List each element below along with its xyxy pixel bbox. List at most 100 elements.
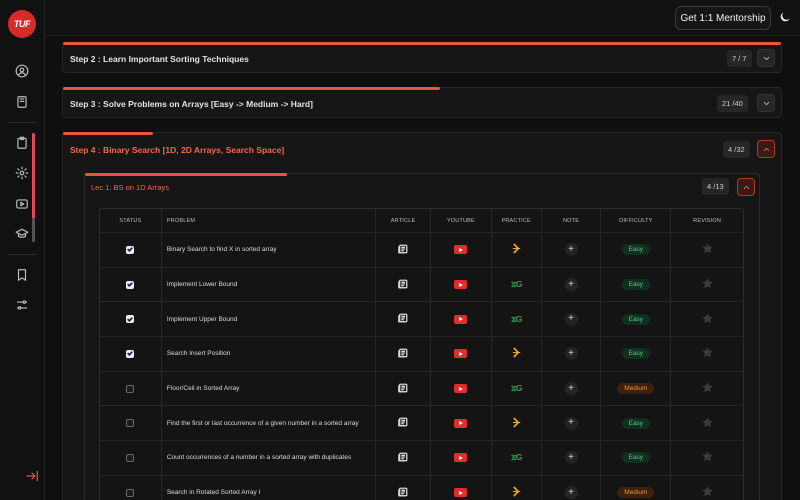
youtube-cell (431, 371, 492, 406)
gfg-icon[interactable]: ⧖G (511, 452, 523, 463)
star-icon[interactable] (701, 486, 713, 499)
codingninjas-icon[interactable] (512, 417, 521, 430)
step-progress-bar (63, 42, 781, 45)
bookmark-icon[interactable] (13, 266, 31, 284)
lecture-count: 4 /13 (702, 178, 729, 195)
tuf-logo[interactable]: TUF (8, 10, 36, 38)
clipboard-icon[interactable] (13, 134, 31, 152)
star-icon[interactable] (701, 313, 713, 326)
collapse-button[interactable] (757, 140, 775, 158)
plus-icon[interactable]: + (564, 278, 578, 292)
codingninjas-icon[interactable] (512, 347, 521, 360)
codingninjas-icon[interactable] (512, 243, 521, 256)
gfg-icon[interactable]: ⧖G (511, 279, 523, 290)
step-title: Step 3 : Solve Problems on Arrays [Easy … (70, 99, 313, 109)
user-circle-icon[interactable] (13, 62, 31, 80)
plus-icon[interactable]: + (564, 382, 578, 396)
star-icon[interactable] (701, 382, 713, 395)
problem-name[interactable]: Search in Rotated Sorted Array I (162, 475, 377, 500)
problem-name[interactable]: Implement Upper Bound (162, 302, 377, 337)
article-cell (376, 371, 431, 406)
difficulty-cell: Easy (601, 267, 672, 302)
step-count: 4 /32 (723, 141, 750, 158)
practice-cell: ⧖G (492, 371, 542, 406)
gear-icon[interactable] (13, 164, 31, 182)
plus-icon[interactable]: + (564, 312, 578, 326)
star-icon[interactable] (701, 417, 713, 430)
status-checkbox[interactable] (126, 488, 135, 497)
logout-icon[interactable] (23, 467, 41, 485)
notebook-icon[interactable] (13, 93, 31, 111)
chevron-down-icon (763, 101, 769, 105)
check-icon (127, 316, 134, 322)
expand-button[interactable] (757, 94, 775, 112)
plus-icon[interactable]: + (564, 243, 578, 257)
star-icon[interactable] (701, 278, 713, 291)
step-count: 7 / 7 (727, 50, 752, 67)
youtube-icon[interactable] (454, 280, 468, 290)
step-card-3[interactable]: Step 3 : Solve Problems on Arrays [Easy … (62, 87, 782, 118)
problem-name[interactable]: Binary Search to find X in sorted array (162, 233, 377, 267)
status-checkbox[interactable] (126, 384, 135, 393)
step-card-2[interactable]: Step 2 : Learn Important Sorting Techniq… (62, 42, 782, 73)
mentorship-button[interactable]: Get 1:1 Mentorship (675, 6, 771, 30)
status-cell (100, 267, 162, 302)
table-row: Search Insert Position + Easy (100, 337, 743, 372)
status-checkbox[interactable] (126, 419, 135, 428)
difficulty-badge: Easy (621, 279, 651, 291)
status-checkbox[interactable] (126, 453, 135, 462)
check-icon (127, 351, 134, 357)
expand-button[interactable] (757, 49, 775, 67)
sliders-icon[interactable] (13, 296, 31, 314)
article-icon[interactable] (398, 452, 408, 464)
plus-icon[interactable]: + (564, 416, 578, 430)
star-icon[interactable] (701, 347, 713, 360)
plus-icon[interactable]: + (564, 451, 578, 465)
problem-name[interactable]: Search Insert Position (162, 337, 377, 371)
article-icon[interactable] (398, 417, 408, 429)
youtube-icon[interactable] (454, 453, 468, 463)
problem-name[interactable]: Find the first or last occurrence of a g… (162, 406, 377, 441)
column-header-revision: REVISION (693, 217, 722, 224)
youtube-icon[interactable] (454, 349, 468, 359)
youtube-icon[interactable] (454, 245, 468, 255)
plus-icon[interactable]: + (564, 486, 578, 500)
article-cell (376, 406, 431, 441)
codingninjas-icon[interactable] (512, 486, 521, 499)
status-cell (100, 371, 162, 406)
article-icon[interactable] (398, 487, 408, 499)
article-icon[interactable] (398, 313, 408, 325)
status-cell (100, 233, 162, 267)
sidebar-divider (8, 254, 36, 255)
youtube-icon[interactable] (454, 314, 468, 324)
status-checkbox[interactable] (126, 245, 135, 254)
plus-icon[interactable]: + (564, 347, 578, 361)
problem-name[interactable]: Floor/Ceil in Sorted Array (162, 371, 377, 406)
lecture-collapse-button[interactable] (737, 178, 755, 196)
status-checkbox[interactable] (126, 349, 135, 358)
note-cell: + (542, 406, 602, 441)
article-icon[interactable] (398, 348, 408, 360)
status-checkbox[interactable] (126, 280, 135, 289)
status-checkbox[interactable] (126, 315, 135, 324)
youtube-icon[interactable] (454, 418, 468, 428)
moon-icon[interactable] (778, 10, 792, 24)
article-icon[interactable] (398, 383, 408, 395)
practice-cell: ⧖G (492, 267, 542, 302)
star-icon[interactable] (701, 243, 713, 256)
graduation-cap-icon[interactable] (13, 225, 31, 243)
table-row: Implement Lower Bound ⧖G + Easy (100, 267, 743, 303)
youtube-icon[interactable] (454, 384, 468, 394)
article-icon[interactable] (398, 279, 408, 291)
video-icon[interactable] (13, 195, 31, 213)
star-icon[interactable] (701, 451, 713, 464)
column-header-note: NOTE (542, 209, 602, 232)
difficulty-badge: Easy (621, 417, 651, 429)
problem-name[interactable]: Implement Lower Bound (162, 267, 377, 302)
problem-name[interactable]: Count occurrences of a number in a sorte… (162, 441, 377, 475)
gfg-icon[interactable]: ⧖G (511, 383, 523, 394)
gfg-icon[interactable]: ⧖G (511, 314, 523, 325)
article-icon[interactable] (398, 244, 408, 256)
top-header: Get 1:1 Mentorship (45, 0, 800, 36)
youtube-icon[interactable] (454, 488, 468, 498)
